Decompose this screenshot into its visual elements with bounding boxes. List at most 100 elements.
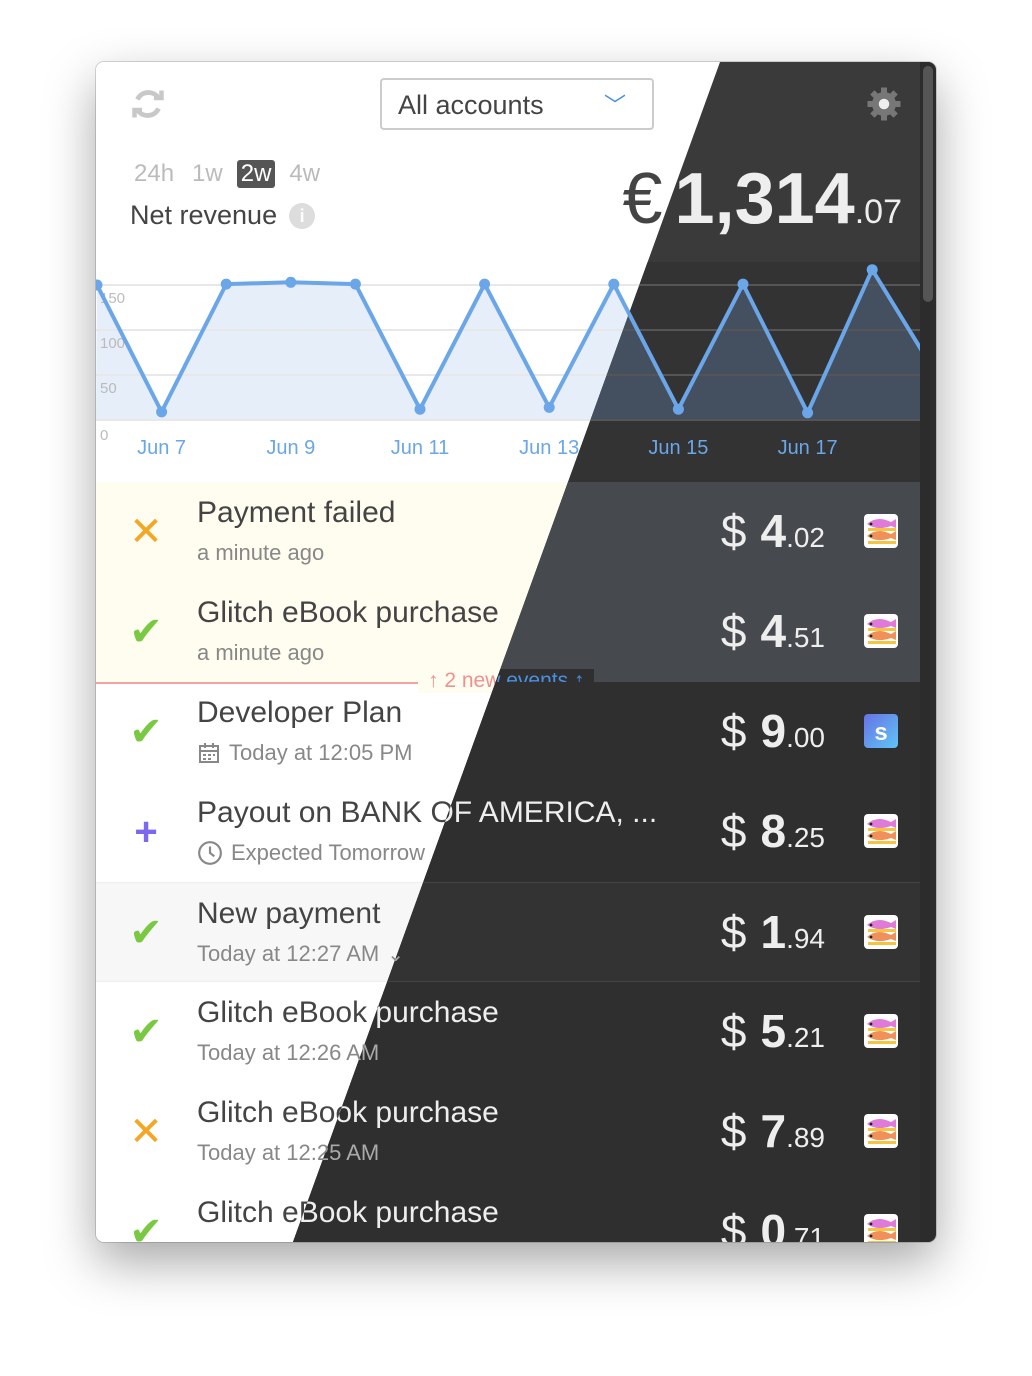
data-point[interactable] [802, 407, 814, 419]
amount-integer: 8 [760, 805, 787, 857]
failed-status-icon: ✕ [129, 510, 163, 554]
amount-cents: .94 [786, 923, 825, 954]
tab-24h[interactable]: 24h [130, 160, 178, 188]
data-point[interactable] [737, 278, 749, 290]
app-window: All accounts ﹀ 24h 1w 2w 4w Net revenue i €1,… [96, 62, 936, 1242]
amount-integer: 4 [760, 605, 787, 657]
scrollbar-thumb[interactable] [923, 66, 933, 302]
event-subtitle: Today at 12:05 PM [197, 740, 412, 766]
event-time: Today at 12:27 AM [197, 941, 380, 966]
amount-integer: 0 [760, 1205, 787, 1242]
amount-cents: .02 [786, 522, 825, 553]
fish-account-avatar [864, 1214, 898, 1242]
info-icon[interactable]: i [289, 202, 316, 229]
scrollbar[interactable] [920, 62, 936, 1242]
tab-4w[interactable]: 4w [285, 160, 324, 188]
x-tick-label: Jun 15 [648, 437, 708, 459]
data-point[interactable] [672, 403, 684, 415]
event-amount: $1.94 [721, 905, 825, 959]
success-status-icon: ✔ [129, 1010, 163, 1054]
fish-account-avatar [864, 514, 898, 548]
timeframe-tabs: 24h 1w 2w 4w [130, 160, 324, 188]
event-amount: $8.25 [721, 804, 825, 858]
svg-text:s: s [874, 719, 887, 746]
data-point[interactable] [220, 278, 232, 290]
amount-integer: 1 [760, 906, 787, 958]
event-subtitle: Expected Tomorrow [197, 840, 425, 866]
amount-cents: .07 [854, 193, 902, 231]
amount-integer: 5 [760, 1005, 787, 1057]
net-revenue-text: Net revenue [130, 200, 278, 230]
payout-status-icon: + [134, 810, 158, 854]
event-subtitle: a minute ago [197, 540, 324, 566]
fish-account-avatar [864, 1114, 898, 1148]
data-point[interactable] [608, 278, 620, 290]
event-amount: $7.89 [721, 1104, 825, 1158]
event-amount: $0.71 [721, 1204, 825, 1242]
fish-account-avatar [864, 915, 898, 949]
amount-cents: .51 [786, 622, 825, 653]
data-point[interactable] [414, 403, 426, 415]
stripe-account-avatar: s [864, 714, 898, 748]
event-time: Expected Tomorrow [231, 840, 426, 865]
currency-symbol: $ [720, 1105, 747, 1157]
success-status-icon: ✔ [129, 911, 163, 955]
data-point[interactable] [479, 278, 491, 290]
success-status-icon: ✔ [129, 1210, 163, 1242]
fish-account-avatar [864, 814, 898, 848]
success-status-icon: ✔ [129, 610, 163, 654]
event-amount: $5.21 [721, 1004, 825, 1058]
account-select[interactable]: All accounts ﹀ [380, 78, 654, 130]
event-amount: $4.02 [721, 504, 825, 558]
x-tick-label: Jun 7 [137, 437, 186, 459]
amount-cents: .89 [786, 1122, 825, 1153]
amount-integer: 4 [760, 505, 787, 557]
data-point[interactable] [156, 406, 168, 418]
event-amount: $9.00 [721, 704, 825, 758]
event-time: Today at 12:26 AM [197, 1040, 380, 1065]
amount-integer: 1,314 [674, 159, 855, 239]
currency-symbol: $ [720, 1205, 747, 1242]
amount-integer: 9 [760, 705, 787, 757]
currency-symbol: $ [720, 605, 747, 657]
x-tick-label: Jun 11 [391, 437, 450, 459]
data-point[interactable] [96, 279, 103, 291]
fish-account-avatar [864, 1014, 898, 1048]
data-point[interactable] [285, 276, 297, 288]
x-tick-label: Jun 9 [266, 437, 315, 459]
event-time: a minute ago [197, 640, 325, 665]
data-point[interactable] [349, 278, 361, 290]
refresh-icon[interactable] [130, 86, 166, 122]
event-subtitle: Today at 12:26 AM [197, 1040, 379, 1066]
currency-symbol: $ [720, 705, 747, 757]
amount-cents: .71 [786, 1222, 825, 1242]
x-tick-label: Jun 13 [519, 437, 579, 459]
tab-2w[interactable]: 2w [236, 160, 276, 188]
event-subtitle: Today at 12:27 AM⌄ [197, 941, 404, 967]
y-tick-label: 100 [100, 335, 125, 352]
data-point[interactable] [866, 264, 878, 276]
event-title: Developer Plan [197, 696, 403, 729]
currency-symbol: $ [720, 505, 747, 557]
event-time: a minute ago [197, 540, 325, 565]
chevron-down-icon: ﹀ [603, 93, 626, 118]
event-subtitle: a minute ago [197, 640, 324, 666]
event-amount: $4.51 [721, 604, 825, 658]
y-tick-label: 0 [100, 427, 108, 444]
currency-symbol: $ [720, 1005, 747, 1057]
amount-cents: .00 [786, 722, 825, 753]
event-time: Today at 12:05 PM [229, 740, 413, 765]
clock-icon [198, 841, 222, 865]
amount-cents: .21 [786, 1022, 825, 1053]
amount-integer: 7 [760, 1105, 787, 1157]
x-tick-label: Jun 17 [778, 437, 838, 459]
tab-1w[interactable]: 1w [188, 160, 227, 188]
currency-symbol: € [622, 159, 663, 239]
failed-status-icon: ✕ [129, 1110, 163, 1154]
success-status-icon: ✔ [129, 710, 163, 754]
amount-cents: .25 [786, 822, 825, 853]
currency-symbol: $ [720, 805, 747, 857]
data-point[interactable] [543, 401, 555, 413]
net-revenue-label: Net revenue i [130, 200, 316, 231]
gear-icon[interactable] [866, 86, 902, 122]
